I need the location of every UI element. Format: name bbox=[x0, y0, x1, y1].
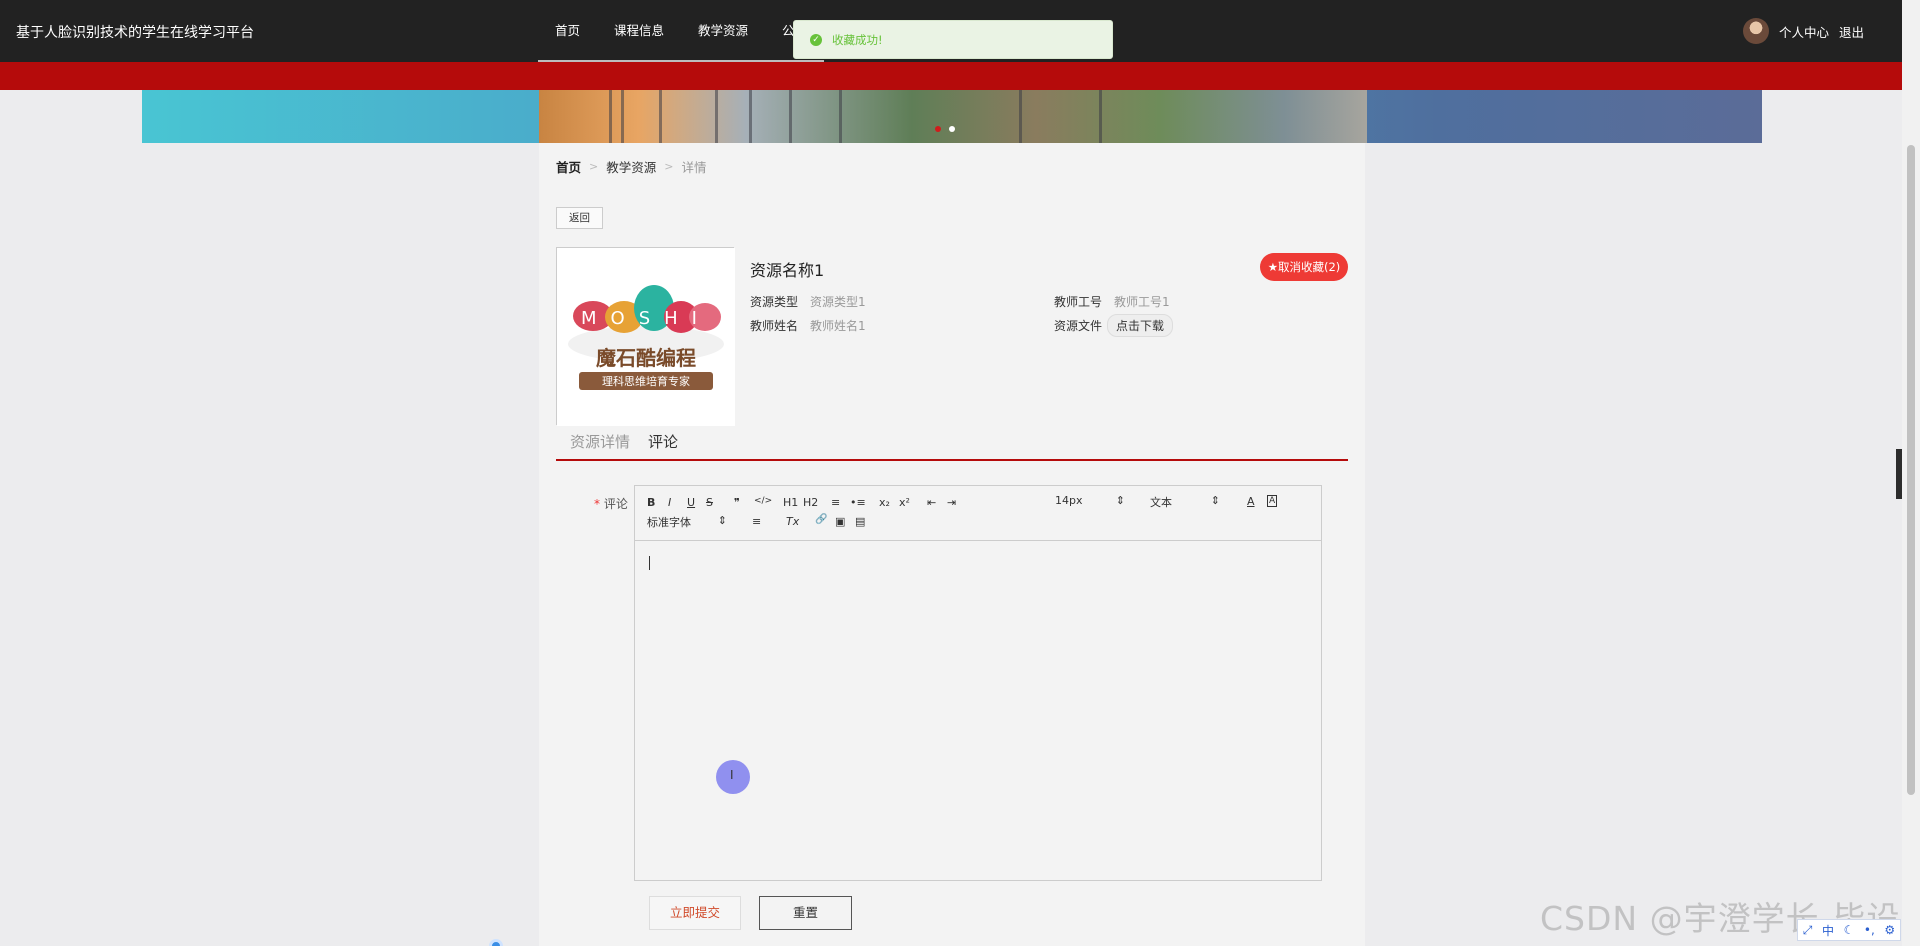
select-caret-icon: ⇕ bbox=[717, 514, 727, 527]
rich-text-editor[interactable]: B I U S ❞ </> H1 H2 ≡ •≡ x₂ x² ⇤ ⇥ 14px … bbox=[634, 485, 1322, 881]
back-button[interactable]: 返回 bbox=[556, 207, 603, 229]
breadcrumb-separator: > bbox=[589, 160, 599, 173]
toast-message: 收藏成功! bbox=[832, 32, 883, 47]
nav-resources[interactable]: 教学资源 bbox=[681, 0, 765, 62]
moon-icon[interactable]: ☾ bbox=[1844, 923, 1855, 937]
bold-icon[interactable]: B bbox=[647, 496, 655, 509]
svg-text:MOSHI: MOSHI bbox=[581, 308, 711, 329]
user-center-link[interactable]: 个人中心 bbox=[1779, 22, 1829, 41]
header-red-bar bbox=[0, 62, 1902, 90]
teacher-name-label: 教师姓名 bbox=[750, 319, 799, 333]
unfavorite-button[interactable]: ★取消收藏(2) bbox=[1260, 253, 1348, 281]
reset-button[interactable]: 重置 bbox=[759, 896, 852, 930]
scrollbar-thumb[interactable] bbox=[1907, 145, 1915, 795]
font-family-select[interactable]: 标准字体 ⇕ bbox=[647, 514, 727, 530]
submit-button[interactable]: 立即提交 bbox=[649, 896, 741, 930]
teacher-no-label: 教师工号 bbox=[1054, 295, 1103, 309]
font-size-select[interactable]: 14px ⇕ bbox=[1055, 494, 1125, 507]
select-caret-icon: ⇕ bbox=[1115, 494, 1125, 507]
blockquote-icon[interactable]: ❞ bbox=[734, 496, 740, 509]
comment-label: * 评论 bbox=[594, 495, 628, 512]
editor-toolbar: B I U S ❞ </> H1 H2 ≡ •≡ x₂ x² ⇤ ⇥ 14px … bbox=[635, 486, 1321, 541]
code-icon[interactable]: </> bbox=[754, 496, 772, 506]
teacher-name-value: 教师姓名1 bbox=[810, 319, 866, 333]
nav-courses[interactable]: 课程信息 bbox=[597, 0, 681, 62]
ibeam-cursor-icon: I bbox=[730, 768, 734, 782]
nav-home[interactable]: 首页 bbox=[538, 0, 597, 62]
resource-type-row: 资源类型 资源类型1 bbox=[750, 293, 866, 310]
clear-format-icon[interactable]: Tx bbox=[786, 515, 799, 528]
user-area: 个人中心 退出 bbox=[1742, 18, 1864, 44]
detail-content: 首页 > 教学资源 > 详情 返回 MOSHI 魔石酷编程 理科思维培育专家 资… bbox=[539, 143, 1365, 946]
resource-cover-image: MOSHI 魔石酷编程 理科思维培育专家 bbox=[556, 247, 735, 426]
svg-text:理科思维培育专家: 理科思维培育专家 bbox=[602, 374, 690, 388]
video-icon[interactable]: ▤ bbox=[855, 515, 865, 528]
image-icon[interactable]: ▣ bbox=[835, 515, 845, 528]
banner-photo bbox=[539, 90, 1367, 143]
resource-file-label: 资源文件 bbox=[1054, 319, 1103, 333]
font-color-icon[interactable]: A bbox=[1247, 495, 1255, 508]
tab-comments[interactable]: 评论 bbox=[648, 431, 678, 459]
ime-toolbar[interactable]: ⤢ 中 ☾ •, ⚙ bbox=[1797, 919, 1901, 941]
tab-resource-detail[interactable]: 资源详情 bbox=[570, 431, 630, 459]
moshi-logo: MOSHI 魔石酷编程 理科思维培育专家 bbox=[557, 248, 735, 426]
resource-file-row: 资源文件 点击下载 bbox=[1054, 314, 1174, 337]
breadcrumb-home[interactable]: 首页 bbox=[556, 157, 581, 176]
banner bbox=[142, 90, 1762, 143]
breadcrumb-resources[interactable]: 教学资源 bbox=[606, 157, 656, 176]
h2-icon[interactable]: H2 bbox=[803, 496, 818, 509]
floating-dot[interactable] bbox=[489, 939, 503, 946]
superscript-icon[interactable]: x² bbox=[899, 496, 910, 509]
comment-label-text: 评论 bbox=[603, 497, 628, 511]
logout-link[interactable]: 退出 bbox=[1839, 22, 1864, 41]
teacher-name-row: 教师姓名 教师姓名1 bbox=[750, 317, 866, 334]
download-button[interactable]: 点击下载 bbox=[1107, 314, 1174, 337]
outdent-icon[interactable]: ⇤ bbox=[927, 496, 936, 509]
teacher-no-value: 教师工号1 bbox=[1114, 295, 1170, 309]
carousel-dot[interactable] bbox=[949, 126, 955, 132]
resource-type-value: 资源类型1 bbox=[810, 295, 866, 309]
ordered-list-icon[interactable]: ≡ bbox=[831, 496, 840, 509]
heading-value: 文本 bbox=[1150, 496, 1172, 509]
resource-type-label: 资源类型 bbox=[750, 295, 799, 309]
italic-icon[interactable]: I bbox=[668, 496, 671, 509]
link-icon[interactable]: 🔗 bbox=[815, 514, 827, 525]
punctuation-icon[interactable]: •, bbox=[1864, 923, 1875, 937]
site-title: 基于人脸识别技术的学生在线学习平台 bbox=[16, 25, 254, 41]
resource-name: 资源名称1 bbox=[750, 261, 825, 280]
h1-icon[interactable]: H1 bbox=[783, 496, 798, 509]
main-nav: 首页 课程信息 教学资源 公告 bbox=[538, 0, 824, 62]
page-scrollbar[interactable] bbox=[1902, 0, 1920, 946]
detail-tabs: 资源详情 评论 bbox=[556, 431, 1348, 461]
strike-icon[interactable]: S bbox=[706, 496, 713, 509]
svg-text:魔石酷编程: 魔石酷编程 bbox=[596, 346, 696, 370]
ime-mode[interactable]: 中 bbox=[1822, 922, 1834, 939]
required-mark: * bbox=[594, 497, 600, 511]
breadcrumb-current: 详情 bbox=[681, 160, 707, 175]
select-caret-icon: ⇕ bbox=[1210, 494, 1220, 507]
text-caret bbox=[649, 556, 650, 570]
background-color-icon[interactable]: A bbox=[1267, 495, 1278, 507]
indent-icon[interactable]: ⇥ bbox=[947, 496, 956, 509]
breadcrumb-separator: > bbox=[664, 160, 674, 173]
align-icon[interactable]: ≡ bbox=[752, 515, 761, 528]
font-size-value: 14px bbox=[1055, 494, 1083, 507]
underline-icon[interactable]: U bbox=[687, 496, 695, 509]
subscript-icon[interactable]: x₂ bbox=[879, 496, 890, 509]
carousel-dot-active[interactable] bbox=[935, 126, 941, 132]
teacher-no-row: 教师工号 教师工号1 bbox=[1054, 293, 1170, 310]
heading-select[interactable]: 文本 ⇕ bbox=[1150, 494, 1220, 510]
success-toast: ✓ 收藏成功! bbox=[793, 20, 1113, 59]
breadcrumb: 首页 > 教学资源 > 详情 bbox=[556, 157, 706, 176]
bullet-list-icon[interactable]: •≡ bbox=[850, 496, 866, 509]
gear-icon[interactable]: ⚙ bbox=[1884, 923, 1895, 937]
font-family-value: 标准字体 bbox=[647, 516, 691, 529]
avatar[interactable] bbox=[1742, 18, 1769, 44]
ime-expand-icon[interactable]: ⤢ bbox=[1803, 923, 1813, 938]
check-circle-icon: ✓ bbox=[810, 33, 822, 46]
